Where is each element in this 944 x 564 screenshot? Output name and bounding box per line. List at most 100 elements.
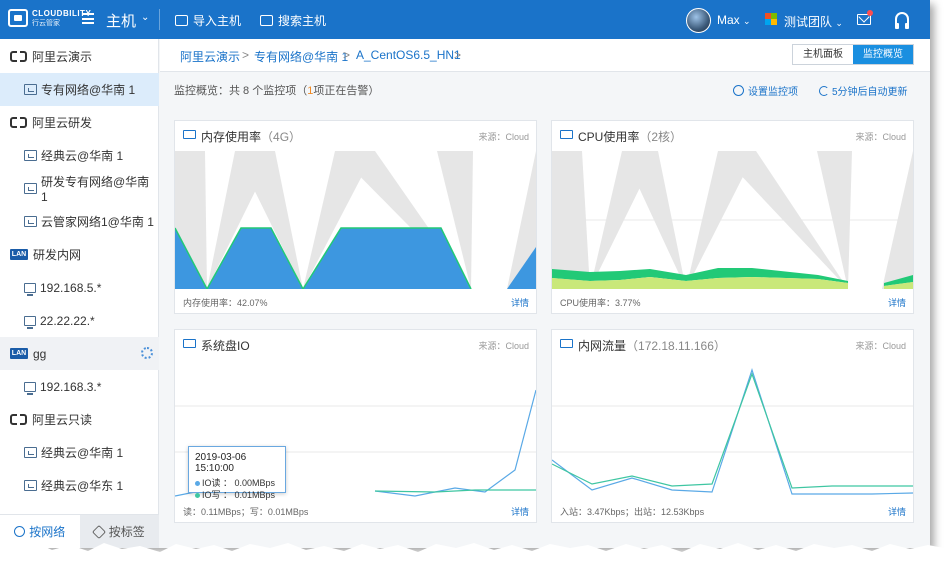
summary-suffix: 项正在告警）	[313, 85, 380, 97]
sidebar-item-label: 专有网络@华南 1	[41, 83, 136, 97]
panel-source: 来源：Cloud	[855, 132, 906, 142]
gear-icon[interactable]	[141, 347, 153, 359]
cpu-chart	[552, 151, 913, 289]
chevron-down-icon[interactable]: ⌄	[141, 12, 149, 23]
nav-title[interactable]: 主机	[106, 10, 136, 31]
detail-link[interactable]: 详情	[511, 505, 529, 518]
monitor-icon	[24, 282, 36, 296]
chart-tooltip: 2019-03-06 15:10:00 IO读 ： 0.00MBps IO写 ：…	[188, 446, 286, 500]
monitor-icon	[24, 381, 36, 395]
tooltip-date: 2019-03-06 15:10:00	[195, 452, 247, 474]
breadcrumb-item[interactable]: 阿里云演示	[180, 48, 240, 65]
network-icon	[24, 216, 37, 227]
breadcrumb-separator: >	[454, 48, 462, 62]
setup-monitor-button[interactable]: 设置监控项	[733, 83, 798, 98]
memory-icon	[183, 130, 196, 139]
network-icon	[560, 339, 573, 348]
team-icon	[765, 13, 777, 25]
sidebar-item[interactable]: 经典云@华南 1	[0, 139, 159, 172]
cloud-icon	[10, 117, 27, 128]
sidebar-item-label: 研发内网	[33, 248, 82, 262]
app-window: CLOUDBILITY 行云管家 主机 ⌄ 导入主机 搜索主机 Max ⌄ 测试…	[0, 0, 930, 548]
io-write-line	[374, 489, 536, 493]
read-dot-icon	[195, 481, 200, 487]
sidebar-item[interactable]: LAN 研发内网	[0, 238, 159, 271]
sidebar-item[interactable]: 专有网络@华南 1	[0, 73, 159, 106]
breadcrumb-item[interactable]: A_CentOS6.5_HN1	[356, 48, 461, 62]
logo[interactable]: CLOUDBILITY 行云管家	[8, 9, 91, 27]
cloud-icon	[10, 51, 27, 62]
monitor-overview-button[interactable]: 监控概览	[853, 45, 913, 64]
user-name: Max	[717, 13, 740, 27]
cloud-icon	[10, 414, 27, 425]
sidebar-item[interactable]: 192.168.3.*	[0, 370, 159, 403]
breadcrumb-item[interactable]: 专有网络@华南 1	[254, 48, 348, 65]
sidebar-item-label: 阿里云研发	[32, 116, 93, 130]
network-icon	[24, 84, 37, 95]
sidebar-item-label: 192.168.5.*	[40, 280, 102, 295]
sidebar-item-label: 经典云@华南 1	[41, 446, 124, 460]
top-bar: CLOUDBILITY 行云管家 主机 ⌄ 导入主机 搜索主机 Max ⌄ 测试…	[0, 0, 930, 39]
breadcrumb-separator: >	[343, 48, 351, 62]
panel-source: 来源：Cloud	[855, 341, 906, 351]
sidebar-item[interactable]: 研发专有网络@华南 1	[0, 172, 159, 205]
hamburger-icon[interactable]	[82, 13, 94, 24]
torn-edge	[0, 542, 944, 564]
sidebar-item[interactable]: 云管家网络1@华南 1	[0, 205, 159, 238]
monitor-icon	[24, 315, 36, 329]
lan-icon: LAN	[10, 348, 28, 359]
panel-subtitle: （2核）	[639, 130, 683, 144]
panel-memory: 内存使用率（4G） 来源：Cloud 内存使用率：42.07% 详情	[174, 120, 537, 314]
panel-title: 内存使用率	[201, 130, 262, 144]
network-icon	[24, 480, 37, 491]
panel-stat: 入站：3.47Kbps；出站：12.53Kbps	[560, 507, 705, 517]
tooltip-read: IO读 ： 0.00MBps	[202, 478, 276, 488]
panel-stat: CPU使用率：3.77%	[560, 298, 641, 308]
detail-link[interactable]: 详情	[888, 296, 906, 309]
search-host-button[interactable]: 搜索主机	[260, 12, 326, 29]
sidebar-item[interactable]: 22.22.22.*	[0, 304, 159, 337]
team-name: 测试团队	[784, 15, 833, 29]
chevron-down-icon: ⌄	[743, 16, 751, 26]
avatar[interactable]	[686, 8, 711, 33]
gear-icon	[733, 85, 744, 96]
detail-link[interactable]: 详情	[511, 296, 529, 309]
cpu-icon	[560, 130, 573, 139]
disk-icon	[183, 339, 196, 348]
host-panel-button[interactable]: 主机面板	[793, 45, 853, 64]
import-host-button[interactable]: 导入主机	[175, 12, 241, 29]
chevron-down-icon: ⌄	[835, 18, 843, 28]
network-icon	[24, 150, 37, 161]
panel-source: 来源：Cloud	[478, 132, 529, 142]
view-switch: 主机面板 监控概览	[792, 44, 914, 65]
sidebar-item-label: gg	[33, 346, 47, 361]
divider	[159, 9, 160, 30]
sidebar-item-label: 192.168.3.*	[40, 379, 102, 394]
sidebar-item[interactable]: 经典云@华南 1	[0, 436, 159, 469]
write-dot-icon	[195, 493, 200, 499]
sidebar-item[interactable]: 192.168.5.*	[0, 271, 159, 304]
user-menu[interactable]: Max ⌄	[717, 13, 751, 27]
detail-link[interactable]: 详情	[888, 505, 906, 518]
team-menu[interactable]: 测试团队 ⌄	[784, 13, 843, 30]
sidebar-item-label: 阿里云演示	[32, 50, 93, 64]
sidebar-item-label: 云管家网络1@华南 1	[41, 215, 154, 229]
sidebar-item[interactable]: 经典云@华东 1	[0, 469, 159, 502]
sidebar-item[interactable]: 阿里云研发	[0, 106, 159, 139]
logo-icon	[8, 9, 28, 27]
headset-icon[interactable]	[895, 12, 909, 29]
monitor-summary: 监控概览：共 8 个监控项（1项正在告警）	[174, 82, 379, 98]
auto-refresh-button[interactable]: 5分钟后自动更新	[819, 83, 908, 98]
sidebar-item-label: 研发专有网络@华南 1	[40, 175, 150, 204]
panel-subtitle: （4G）	[261, 130, 302, 144]
sidebar-item-label: 阿里云只读	[32, 413, 93, 427]
tooltip-write-row: IO写 ： 0.01MBps	[195, 489, 279, 501]
panel-title: 内网流量	[578, 339, 627, 353]
sidebar-item[interactable]: 阿里云只读	[0, 403, 159, 436]
memory-chart	[175, 151, 536, 289]
panel-source: 来源：Cloud	[478, 341, 529, 351]
panel-cpu: CPU使用率（2核） 来源：Cloud CPU使用率：3.77% 详情	[551, 120, 914, 314]
sidebar-item[interactable]: 阿里云演示	[0, 40, 159, 73]
sidebar-item[interactable]: LAN gg	[0, 337, 159, 370]
panel-subtitle: （172.18.11.166）	[626, 339, 726, 353]
